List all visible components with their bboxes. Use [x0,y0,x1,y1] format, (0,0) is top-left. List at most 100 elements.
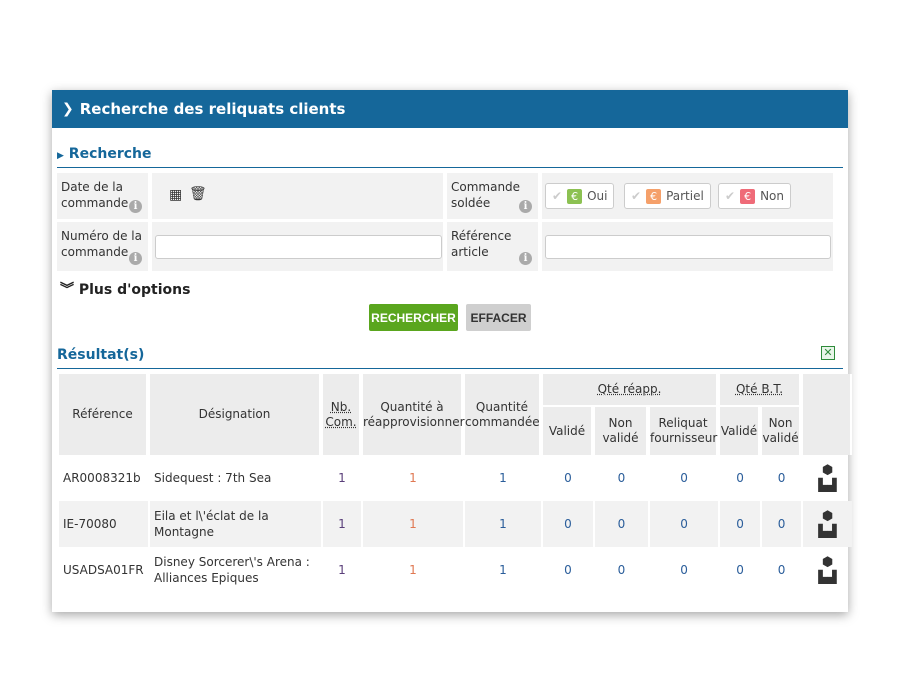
col-bt-valide[interactable]: Validé [720,407,761,455]
cell-r_valide: 0 [564,471,572,485]
table-row[interactable]: AR0008321b Sidequest : 7th Sea 1 1 1 0 0 0 0 0 ⬢ ▙▟ [59,455,852,501]
cell-r_reliquat: 0 [650,501,719,547]
col-nb-com[interactable]: Nb. Com. [323,374,361,455]
col-actions [803,374,853,455]
euro-icon: € [740,188,756,204]
check-icon: ✔ [725,189,736,203]
date-label: Date de la commande [61,180,129,210]
info-icon[interactable]: i [129,200,142,213]
col-qte-cmd[interactable]: Quantité commandée [465,374,541,455]
toggle-label: Partiel [666,189,704,203]
col-designation[interactable]: Désignation [150,374,321,455]
trash-icon[interactable]: 🗑 [189,186,207,202]
cell-ref: IE-70080 [59,501,148,547]
cell-cmd: 1 [499,563,507,577]
euro-icon: € [646,188,662,204]
search-heading: Recherche [68,146,152,162]
factory-icon[interactable]: ▙▟ [803,478,852,492]
cell-bt_valide: 0 [736,471,744,485]
search-section-header[interactable]: ▶ Recherche [57,146,843,168]
info-icon[interactable]: i [129,252,142,265]
cube-icon[interactable]: ⬢ [803,464,852,478]
numero-commande-input[interactable] [155,235,442,259]
table-row[interactable]: IE-70080 Eila et l\'éclat de la Montagne 1… [59,501,853,547]
row-actions: ⬢ ▙▟ [803,501,853,547]
cell-r_non: 0 [595,501,648,547]
cell-cmd: 1 [499,471,507,485]
more-options-toggle[interactable]: ︾ Plus d'options [60,279,190,299]
soldee-label: Commande soldée [451,180,521,210]
results-heading: Résultat(s) [57,347,145,363]
results-section-header: Résultat(s) [57,347,843,369]
cell-r_reliquat: 0 [680,563,688,577]
cell-reappro: 1 [409,563,417,577]
cell-ref: AR0008321b [63,471,141,485]
cell-bt_non: 0 [762,501,802,547]
info-icon[interactable]: i [519,200,532,213]
more-options-label: Plus d'options [78,282,191,298]
reference-article-input[interactable] [545,235,831,259]
numero-value-cell [152,222,443,271]
excel-export-icon[interactable]: ✕ [821,346,835,360]
cell-bt_non: 0 [777,563,786,577]
cell-r_valide: 0 [543,501,593,547]
toggle-partiel[interactable]: ✔ € Partiel [624,183,711,209]
col-group-qte-reapp: Qté réapp. [543,374,719,407]
col-reapp-non-valide[interactable]: Non validé [595,407,648,455]
soldee-label-cell: Commande soldée i [447,173,538,219]
euro-icon: € [567,188,583,204]
cell-bt_valide: 0 [720,501,761,547]
col-group-qte-bt: Qté B.T. [720,374,802,407]
toggle-oui[interactable]: ✔ € Oui [545,183,615,209]
cell-cmd: 1 [465,501,541,547]
check-icon: ✔ [552,189,563,203]
chevron-right-icon: ❯ [62,101,74,117]
cell-nbcom: 1 [338,471,346,485]
soldee-toggles: ✔ € Oui ✔ € Partiel ✔ € Non [542,173,833,219]
numero-label-cell: Numéro de la commande i [57,222,148,271]
col-reapp-reliquat[interactable]: Reliquat fournisseur [650,407,719,455]
cell-r_reliquat: 0 [680,471,688,485]
row-actions: ⬢ ▙▟ [803,455,852,501]
cell-designation: Disney Sorcerer\'s Arena : Alliances Epi… [154,555,310,585]
search-panel: ❯ Recherche des reliquats clients ▶ Reche… [52,90,853,612]
col-qte-reappro[interactable]: Quantité à réapprovisionner [363,374,465,455]
cell-reappro: 1 [409,471,417,485]
results-table: Référence Désignation Nb. Com. Quantité … [57,374,854,593]
panel-title-bar[interactable]: ❯ Recherche des reliquats clients [52,90,848,128]
panel-title: Recherche des reliquats clients [79,100,346,118]
factory-icon[interactable]: ▙▟ [803,524,852,538]
col-bt-non-valide[interactable]: Non validé [762,407,802,455]
calendar-icon[interactable]: ▦ [169,187,182,203]
reference-label-cell: Référence article i [447,222,538,271]
row-actions: ⬢ ▙▟ [803,547,852,593]
cell-bt_non: 0 [777,471,786,485]
col-reference[interactable]: Référence [59,374,148,455]
table-row[interactable]: USADSA01FR Disney Sorcerer\'s Arena : All… [59,547,852,593]
reference-label: Référence article [451,229,512,259]
cell-ref: USADSA01FR [63,563,144,577]
date-label-cell: Date de la commande i [57,173,148,219]
toggle-non[interactable]: ✔ € Non [718,183,791,209]
reference-value-cell [542,222,833,271]
caret-right-icon: ▶ [57,151,64,161]
clear-button[interactable]: EFFACER [466,304,531,331]
cell-nbcom: 1 [323,501,361,547]
cell-r_valide: 0 [564,563,572,577]
date-value-cell: ▦ 🗑 [152,173,443,219]
cell-bt_valide: 0 [736,563,744,577]
toggle-label: Oui [587,189,608,203]
cell-reappro: 1 [363,501,463,547]
cell-r_non: 0 [617,471,626,485]
cell-r_non: 0 [617,563,626,577]
toggle-label: Non [760,189,784,203]
search-button[interactable]: RECHERCHER [369,304,458,331]
cell-nbcom: 1 [338,563,346,577]
double-chevron-down-icon: ︾ [60,282,74,298]
info-icon[interactable]: i [519,252,532,265]
check-icon: ✔ [631,189,642,203]
cube-icon[interactable]: ⬢ [803,510,852,524]
col-reapp-valide[interactable]: Validé [543,407,593,455]
cube-icon[interactable]: ⬢ [803,556,852,570]
factory-icon[interactable]: ▙▟ [803,570,852,584]
